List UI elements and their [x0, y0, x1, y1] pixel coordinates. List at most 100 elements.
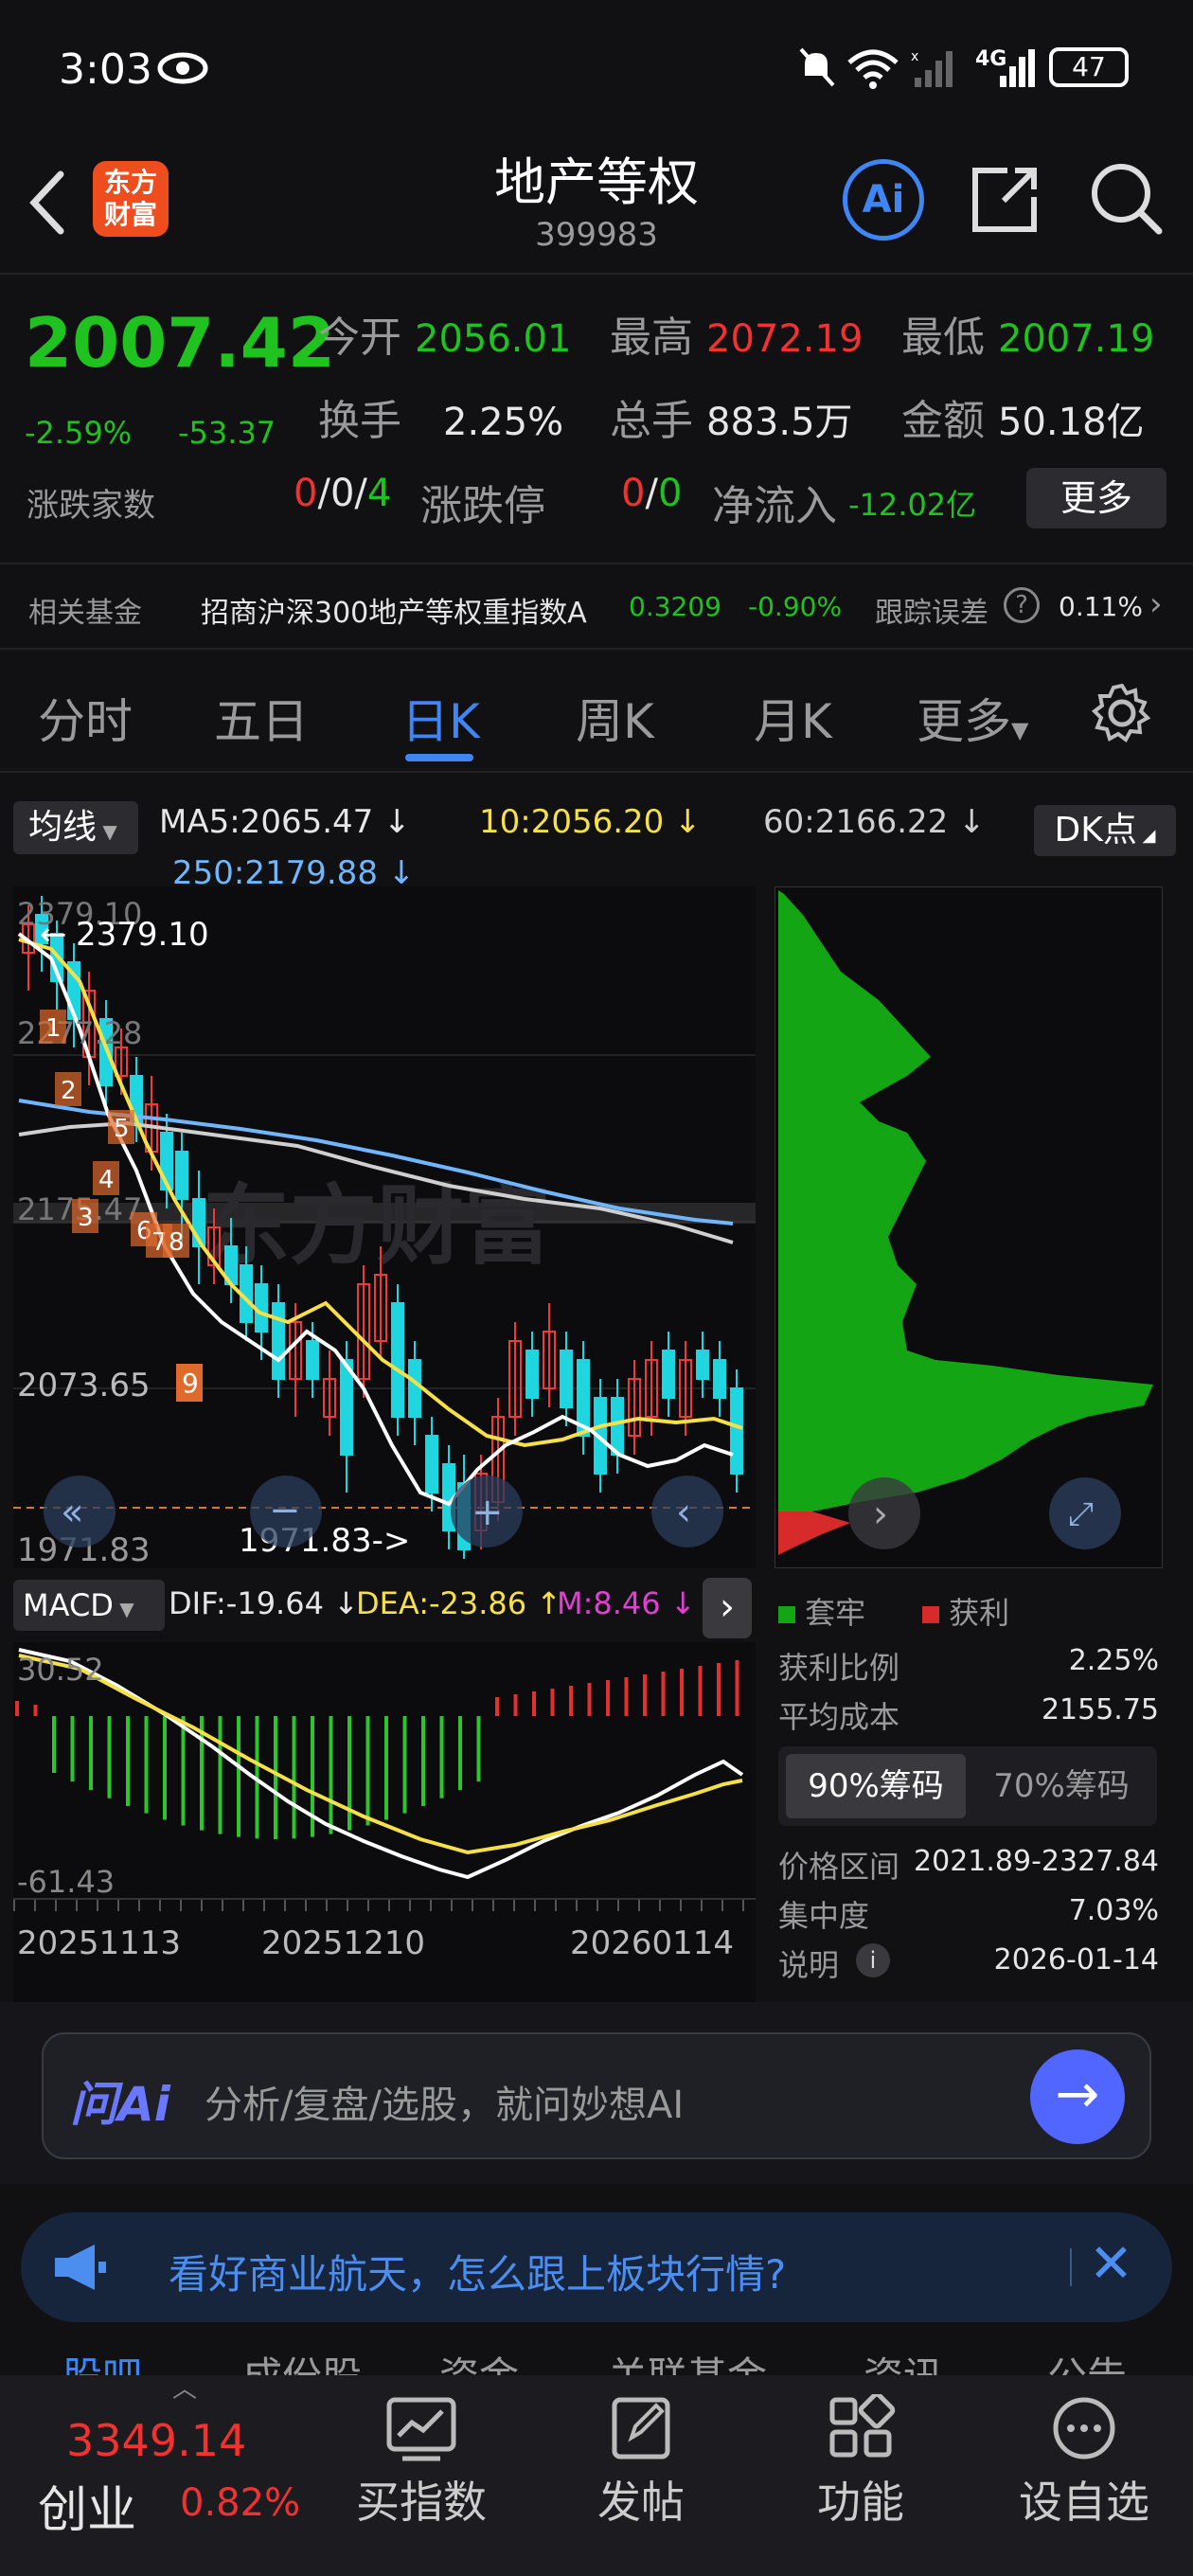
limit-up: 0 — [621, 472, 646, 515]
add-watchlist-label: 设自选 — [1019, 2477, 1149, 2528]
index-ticker[interactable]: 3349.14 创业 0.82% — [0, 2375, 322, 2576]
tab-intraday[interactable]: 分时 — [38, 684, 133, 752]
netflow-value: -12.02亿 — [848, 487, 977, 523]
tab-monthly[interactable]: 月K — [754, 684, 832, 752]
ask-ai-submit-button[interactable]: → — [1030, 2049, 1125, 2144]
stat-value: 2072.19 — [706, 317, 864, 361]
gear-icon[interactable] — [1091, 682, 1153, 744]
buy-index-label: 买指数 — [356, 2477, 487, 2528]
content-tab[interactable]: 资讯 — [864, 2345, 943, 2377]
buy-index-button[interactable]: 买指数 — [341, 2394, 502, 2555]
status-time: 3:03 — [59, 45, 152, 94]
arrow-right-icon: → — [1055, 2064, 1100, 2125]
stat-label: 金额 — [901, 397, 985, 445]
battery-icon: 47 — [1049, 47, 1129, 87]
add-watchlist-button[interactable]: 设自选 — [1004, 2394, 1165, 2555]
content-tab[interactable]: 资金 — [439, 2345, 519, 2377]
svg-text:−: − — [269, 1489, 301, 1532]
ma-row: 均线 ▼ MA5:2065.47 ↓ 10:2056.20 ↓ 60:2166.… — [0, 775, 1193, 892]
tab-weekly[interactable]: 周K — [576, 684, 654, 752]
content-tab[interactable]: 股吧 — [62, 2345, 142, 2377]
limit-down: 0 — [657, 472, 683, 515]
chip-row-value: 2026-01-14 — [993, 1943, 1159, 1977]
last-price: 2007.42 — [25, 303, 335, 383]
tab-more[interactable]: 更多▼ — [917, 684, 1028, 752]
svg-text:«: « — [61, 1491, 83, 1534]
wifi-icon — [847, 49, 899, 89]
legend-trapped: 套牢 — [778, 1589, 865, 1633]
chip-tab-90[interactable]: 90%筹码 — [786, 1754, 966, 1818]
dk-point-button[interactable]: DK点 ◢ — [1034, 805, 1176, 856]
dif-text: DIF:-19.64 — [169, 1585, 324, 1621]
stat-value: 2007.19 — [998, 317, 1155, 361]
ask-ai-input[interactable]: 问Ai 分析/复盘/选股，就问妙想AI → — [42, 2032, 1151, 2159]
ma5-value: MA5:2065.47 ↓ — [159, 803, 411, 841]
tab-daily[interactable]: 日K — [401, 684, 480, 752]
stat-volume: 总手 883.5万 — [610, 386, 853, 447]
svg-text:x: x — [911, 49, 918, 64]
page-title: 地产等权 — [494, 152, 699, 212]
macd-next-button[interactable]: › — [703, 1578, 752, 1638]
more-button[interactable]: 更多 — [1026, 468, 1166, 528]
y-label: -61.43 — [17, 1864, 115, 1898]
status-bar: 3:03 x 4G 47 — [0, 0, 1193, 133]
chip-row-value: 2155.75 — [1041, 1693, 1159, 1726]
functions-button[interactable]: 功能 — [780, 2391, 941, 2555]
candle-body — [272, 1302, 285, 1380]
ma60-text: 60:2166.22 — [763, 803, 949, 841]
app-logo: 东方 财富 — [93, 161, 169, 237]
post-label: 发帖 — [597, 2477, 685, 2528]
stock-code: 399983 — [535, 216, 658, 254]
candle-body — [425, 1435, 438, 1494]
search-icon[interactable] — [1089, 161, 1165, 237]
legend-swatch-green — [778, 1606, 795, 1623]
battery-level: 47 — [1072, 51, 1106, 82]
eye-icon — [157, 52, 208, 84]
change-pct: -2.59% — [25, 415, 133, 451]
y-label: 30.52 — [17, 1652, 104, 1688]
content-tab[interactable]: 公告 — [1047, 2345, 1127, 2377]
share-icon[interactable] — [970, 163, 1042, 235]
dif-value: DIF:-19.64 ↓ — [169, 1585, 359, 1621]
tab-more-label: 更多 — [917, 694, 1011, 749]
content-tab[interactable]: 关联基金 — [608, 2345, 767, 2377]
date-ticks — [13, 1900, 756, 1911]
badge: 9 — [182, 1368, 199, 1399]
chip-tab-70[interactable]: 70%筹码 — [971, 1754, 1151, 1818]
close-icon[interactable]: ✕ — [1089, 2233, 1133, 2295]
help-icon[interactable]: ? — [1004, 587, 1040, 623]
stat-value: 2.25% — [443, 401, 564, 444]
badge: 4 — [98, 1166, 115, 1194]
candle-body — [696, 1350, 709, 1380]
ask-ai-placeholder: 分析/复盘/选股，就问妙想AI — [205, 2084, 685, 2127]
fund-nav: 0.3209 — [629, 591, 721, 622]
back-icon[interactable] — [27, 169, 68, 237]
fund-name: 招商沪深300地产等权重指数A — [201, 597, 587, 630]
badge: 3 — [78, 1204, 94, 1232]
index-pct: 0.82% — [180, 2481, 301, 2525]
y-label: 2277.28 — [17, 1015, 142, 1051]
ma-selector-button[interactable]: 均线 ▼ — [13, 801, 138, 854]
stat-label: 换手 — [318, 397, 401, 445]
candle-body — [175, 1151, 188, 1200]
chevron-right-icon: › — [1149, 585, 1163, 623]
content-tab[interactable]: 成份股 — [242, 2345, 362, 2377]
kline-chart[interactable]: 东方财富 2379.10 2277.28 2175.47 2073.65 197… — [13, 886, 756, 1568]
promo-banner[interactable]: 看好商业航天，怎么跟上板块行情? ✕ — [21, 2212, 1172, 2322]
updown-label: 涨跌家数 — [27, 487, 155, 525]
macd-selector-button[interactable]: MACD ▼ — [13, 1580, 165, 1631]
candle-body — [713, 1359, 726, 1399]
fund-row[interactable]: 相关基金 招商沪深300地产等权重指数A 0.3209 -0.90% 跟踪误差 … — [0, 563, 1193, 650]
post-button[interactable]: 发帖 — [561, 2394, 721, 2555]
tab-five-day[interactable]: 五日 — [214, 684, 309, 752]
info-icon[interactable]: i — [856, 1943, 890, 1977]
up-count: 0 — [294, 472, 318, 515]
ai-button[interactable]: Ai — [843, 159, 924, 241]
header: 东方 财富 地产等权 399983 Ai — [0, 133, 1193, 275]
candle-body — [408, 1359, 421, 1418]
chip-distribution-chart[interactable]: › ⤢ — [775, 886, 1163, 1568]
flat-count: 0 — [329, 472, 355, 515]
mute-icon — [799, 47, 835, 87]
chip-row-label: 说明 — [778, 1947, 840, 1983]
updown-count: 0/0/4 — [294, 472, 392, 515]
